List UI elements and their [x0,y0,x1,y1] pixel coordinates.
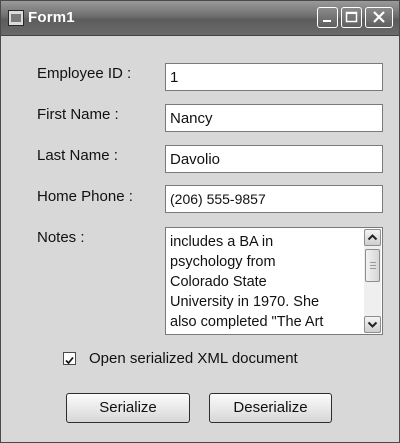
title-bar[interactable]: Form1 [1,1,399,36]
app-icon[interactable] [8,10,24,26]
scroll-down-button[interactable] [364,316,381,333]
employee-id-label: Employee ID : [37,65,132,82]
last-name-label: Last Name : [37,147,118,164]
checkmark-icon [65,356,74,365]
first-name-label: First Name : [37,106,119,123]
minimize-button[interactable] [317,7,338,28]
open-xml-checkbox[interactable] [63,352,76,365]
maximize-icon [345,11,358,23]
notes-textarea[interactable]: includes a BA in psychology from Colorad… [165,227,383,335]
scroll-thumb[interactable] [365,249,380,282]
home-phone-field[interactable]: (206) 555-9857 [165,185,383,213]
chevron-up-icon [367,234,378,241]
scroll-up-button[interactable] [364,229,381,246]
employee-id-field[interactable]: 1 [165,63,383,91]
last-name-field[interactable]: Davolio [165,145,383,173]
notes-label: Notes : [37,229,85,246]
form-window: Form1 Employee ID : 1 First Name : Nancy… [0,0,400,443]
close-button[interactable] [365,7,393,28]
chevron-down-icon [367,321,378,328]
minimize-icon [323,20,331,22]
maximize-button[interactable] [341,7,362,28]
close-icon [373,11,385,23]
home-phone-label: Home Phone : [37,188,133,205]
notes-scrollbar[interactable] [364,229,381,333]
serialize-button[interactable]: Serialize [66,393,190,423]
first-name-field[interactable]: Nancy [165,104,383,132]
deserialize-button[interactable]: Deserialize [209,393,332,423]
window-title: Form1 [28,9,75,26]
notes-text: includes a BA in psychology from Colorad… [170,234,324,330]
open-xml-label: Open serialized XML document [89,350,298,367]
